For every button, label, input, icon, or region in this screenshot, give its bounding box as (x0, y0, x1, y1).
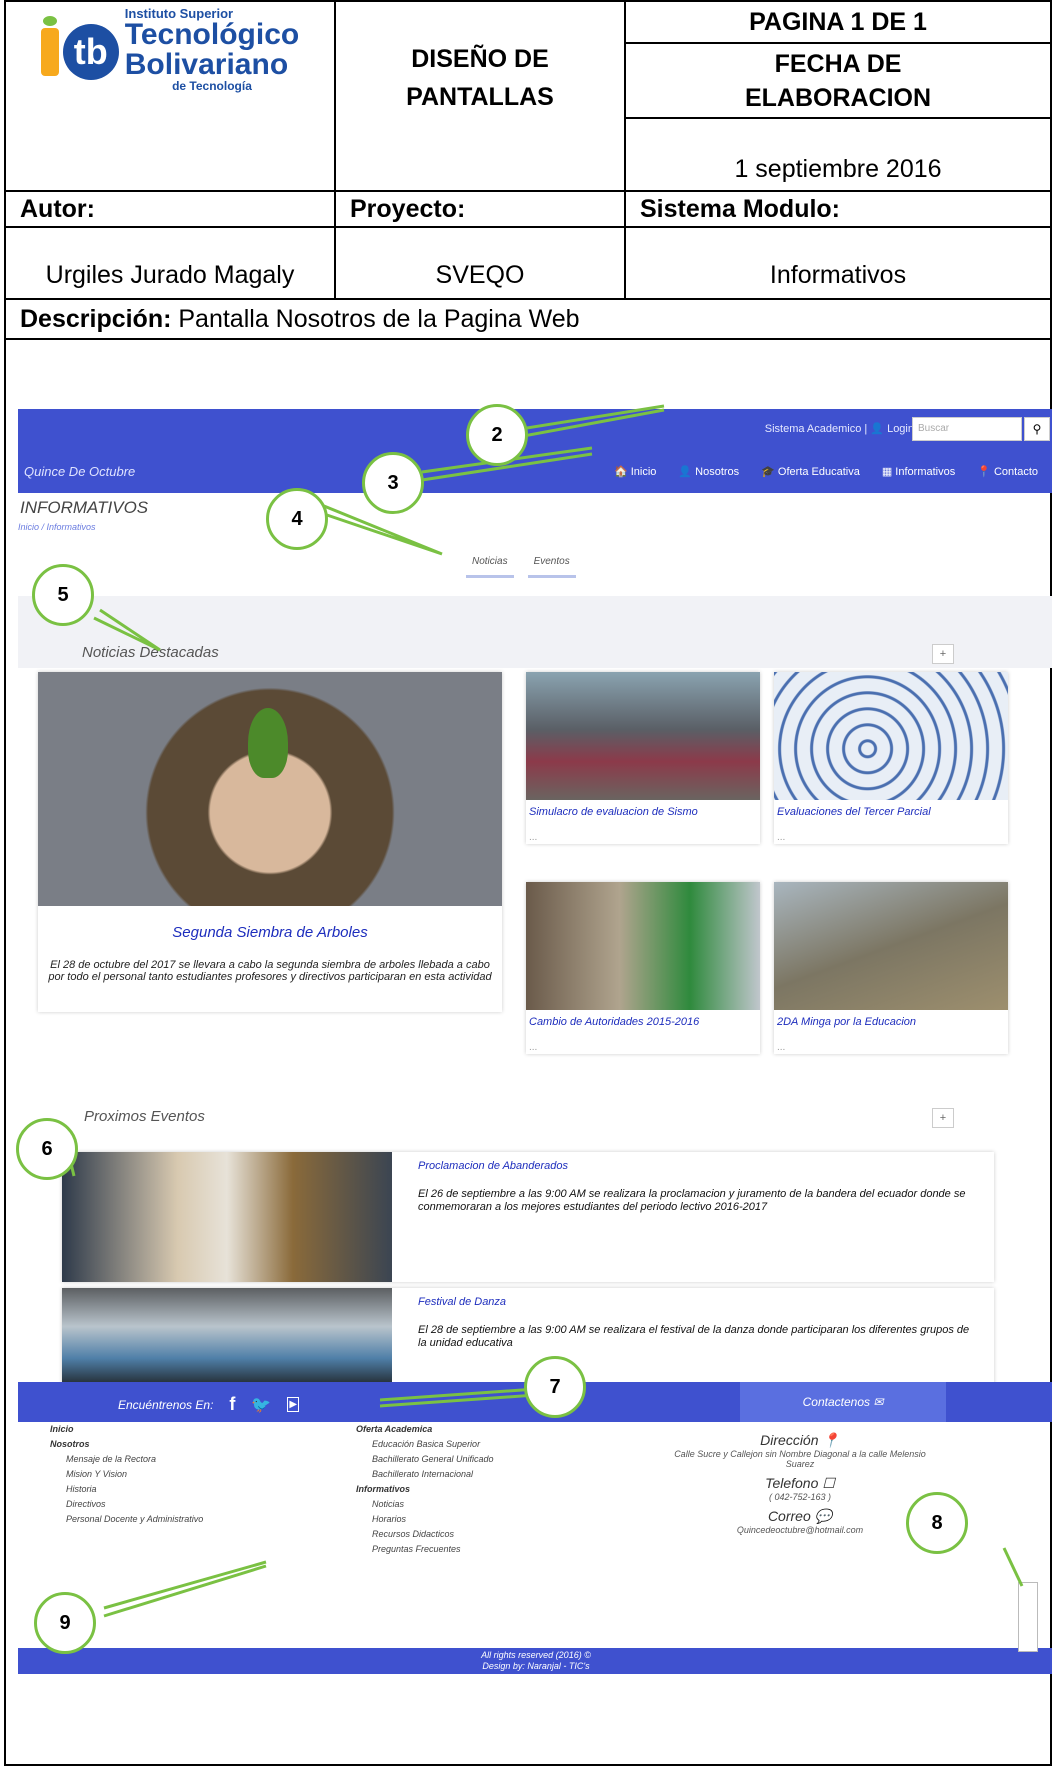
callout-8: 8 (906, 1492, 968, 1554)
page-number: PAGINA 1 DE 1 (624, 0, 1052, 44)
callout-7: 7 (524, 1356, 586, 1418)
date-label: FECHA DE ELABORACION (624, 42, 1052, 119)
callout-2: 2 (466, 404, 528, 466)
callout-3: 3 (362, 452, 424, 514)
doc-title: DISEÑO DE PANTALLAS (334, 0, 626, 192)
description: Descripción: Pantalla Nosotros de la Pag… (4, 298, 1052, 340)
header-table: tb Instituto Superior Tecnológico Boliva… (4, 0, 1052, 340)
date-value: 1 septiembre 2016 (624, 118, 1052, 192)
callout-5: 5 (32, 564, 94, 626)
project-value: SVEQO (334, 226, 626, 300)
itb-logo-text: Instituto Superior Tecnológico Bolivaria… (124, 5, 300, 93)
website-mockup: Sistema Academico | 👤 Login Buscar ⚲ Qui… (4, 396, 1052, 1676)
itb-logo-icon: tb (40, 16, 119, 82)
project-label: Proyecto: (334, 190, 626, 228)
callout-9: 9 (34, 1592, 96, 1654)
callout-6: 6 (16, 1118, 78, 1180)
callout-arrows (62, 404, 1024, 1618)
system-value: Informativos (624, 226, 1052, 300)
callout-4: 4 (266, 488, 328, 550)
logo-cell: tb Instituto Superior Tecnológico Boliva… (4, 0, 336, 192)
author-label: Autor: (4, 190, 336, 228)
system-label: Sistema Modulo: (624, 190, 1052, 228)
author-value: Urgiles Jurado Magaly (4, 226, 336, 300)
